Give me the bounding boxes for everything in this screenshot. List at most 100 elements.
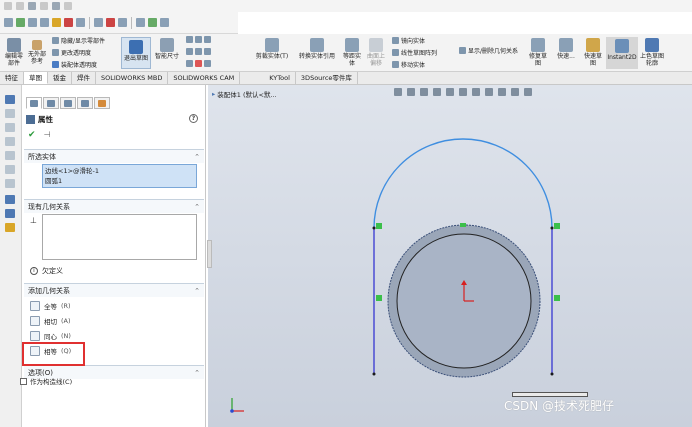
construction-checkbox[interactable] — [20, 377, 27, 385]
mate-icon[interactable] — [5, 195, 15, 204]
apply-scene-icon[interactable] — [498, 88, 506, 96]
tab-weldments[interactable]: 焊件 — [72, 72, 96, 84]
endpoint[interactable] — [372, 372, 376, 376]
selected-entities-list[interactable]: 边线<1>@滑轮-1 圆弧1 — [42, 164, 197, 188]
hide-icon[interactable] — [106, 18, 115, 27]
tree-item-icon[interactable] — [5, 109, 15, 118]
graphics-area[interactable]: ▸ 装配体1 (默认<默... CSDN @技术死肥仔 — [208, 85, 692, 427]
tab-dimxpert[interactable] — [77, 97, 93, 109]
mirror-entities-button[interactable]: 镜向实体 — [392, 36, 425, 45]
tab-sheet-metal[interactable]: 钣金 — [48, 72, 72, 84]
existing-relations-header[interactable]: 现有几何关系 ⌃ — [24, 200, 204, 213]
endpoint[interactable] — [550, 226, 554, 230]
view-settings-icon[interactable] — [511, 88, 519, 96]
assembly-icon[interactable] — [5, 95, 15, 104]
edit-icon[interactable] — [16, 2, 24, 10]
exit-sketch-button[interactable]: 退出草图 — [121, 37, 151, 69]
relation-marker-icon[interactable] — [376, 223, 382, 229]
previous-view-icon[interactable] — [420, 88, 428, 96]
relation-coincident-button[interactable]: 全等 (R) — [30, 301, 71, 311]
tree-item-icon[interactable] — [5, 151, 15, 160]
zoom-area-icon[interactable] — [407, 88, 415, 96]
pattern-tree-icon[interactable] — [5, 223, 15, 232]
tab-kytool[interactable]: KYTool — [264, 72, 296, 84]
filter-icon[interactable] — [94, 18, 103, 27]
edit-appearance-icon[interactable] — [485, 88, 493, 96]
endpoint[interactable] — [372, 226, 376, 230]
endpoint[interactable] — [550, 372, 554, 376]
sketch-canvas[interactable] — [208, 85, 692, 427]
rotate-icon[interactable] — [40, 18, 49, 27]
edit-component-button[interactable]: 编辑零部件 — [3, 38, 25, 67]
shaded-sketch-button[interactable]: 上色草图轮廓 — [640, 38, 664, 67]
tab-cam[interactable]: SOLIDWORKS CAM — [168, 72, 241, 84]
help-icon[interactable]: ? — [189, 114, 198, 123]
settings-icon[interactable] — [160, 18, 169, 27]
change-transparency-button[interactable]: 更改透明度 — [52, 48, 91, 57]
display-delete-relations-button[interactable]: 显示/删除几何关系 — [459, 46, 518, 55]
linear-pattern-button[interactable]: 线性草图阵列 — [392, 48, 437, 57]
tree-item-icon[interactable] — [5, 179, 15, 188]
section-view-icon[interactable] — [433, 88, 441, 96]
check-icon[interactable] — [16, 18, 25, 27]
smart-dimension-button[interactable]: 智能尺寸 — [153, 38, 181, 60]
slot-tool-button[interactable] — [186, 60, 211, 67]
sketch-icon[interactable] — [28, 2, 36, 10]
assembly-transparency-button[interactable]: 装配体透明度 — [52, 60, 97, 69]
display-style-icon[interactable] — [459, 88, 467, 96]
tab-sketch[interactable]: 草图 — [24, 72, 48, 84]
tangent-relation-icon[interactable] — [460, 223, 466, 227]
offset-entities-button[interactable]: 等距实体 — [341, 38, 363, 67]
add-relations-header[interactable]: 添加几何关系 ⌃ — [24, 284, 204, 297]
vertical-relation-icon[interactable] — [554, 295, 560, 301]
tab-display-manager[interactable] — [94, 97, 110, 109]
relation-concentric-button[interactable]: 同心 (N) — [30, 331, 71, 341]
list-item[interactable]: 圆弧1 — [45, 176, 194, 186]
line-tool-button[interactable] — [186, 36, 211, 43]
paint-icon[interactable] — [52, 2, 60, 10]
collapse-chevron-icon[interactable]: ⌃ — [194, 287, 200, 295]
collapse-chevron-icon[interactable]: ⌃ — [194, 153, 200, 161]
panel-splitter-handle[interactable] — [207, 240, 212, 268]
relation-marker-icon[interactable] — [554, 223, 560, 229]
vertical-relation-icon[interactable] — [376, 295, 382, 301]
appearance-icon[interactable] — [148, 18, 157, 27]
tree-item-icon[interactable] — [5, 165, 15, 174]
sketch-arc[interactable] — [373, 138, 553, 229]
hide-show-items-icon[interactable] — [472, 88, 480, 96]
list-item[interactable]: 边线<1>@滑轮-1 — [45, 166, 194, 176]
pin-icon[interactable]: ⊣ — [44, 130, 51, 140]
offset-on-surface-button[interactable]: 曲面上偏移 — [365, 38, 387, 67]
tree-item-icon[interactable] — [5, 137, 15, 146]
light-icon[interactable] — [52, 18, 61, 27]
trim-entities-button[interactable]: 剪裁实体(T) — [255, 38, 289, 60]
section-icon[interactable] — [76, 18, 85, 27]
measure-icon[interactable] — [40, 2, 48, 10]
monitor-icon[interactable] — [524, 88, 532, 96]
no-external-ref-button[interactable]: 无外部参考 — [26, 40, 48, 65]
select-icon[interactable] — [4, 18, 13, 27]
collapse-chevron-icon[interactable]: ⌃ — [194, 369, 200, 377]
relation-tangent-button[interactable]: 相切 (A) — [30, 316, 71, 326]
sketch-tree-icon[interactable] — [5, 209, 15, 218]
tree-item-icon[interactable] — [5, 123, 15, 132]
existing-relations-list[interactable] — [42, 214, 197, 260]
rapid-sketch-button[interactable]: 快速草图 — [582, 38, 604, 67]
tab-features[interactable]: 特征 — [0, 72, 24, 84]
construction-checkbox-row[interactable]: 作为构造线(C) — [20, 376, 72, 386]
move-entities-button[interactable]: 移动实体 — [392, 60, 425, 69]
ok-check-icon[interactable]: ✔ — [28, 130, 36, 140]
instant2d-button[interactable]: Instant2D — [606, 37, 638, 69]
collapse-chevron-icon[interactable]: ⌃ — [194, 203, 200, 211]
view-orientation-icon[interactable] — [446, 88, 454, 96]
zoom-icon[interactable] — [28, 18, 37, 27]
tab-configuration-manager[interactable] — [60, 97, 76, 109]
tab-3dsource[interactable]: 3DSource零件库 — [296, 72, 358, 84]
selected-entities-header[interactable]: 所选实体 ⌃ — [24, 150, 204, 163]
hide-show-components-button[interactable]: 隐藏/显示零部件 — [52, 36, 105, 45]
sound-icon[interactable] — [64, 2, 72, 10]
tab-feature-manager[interactable] — [26, 97, 42, 109]
zoom-fit-icon[interactable] — [394, 88, 402, 96]
new-icon[interactable] — [4, 2, 12, 10]
display-icon[interactable] — [118, 18, 127, 27]
